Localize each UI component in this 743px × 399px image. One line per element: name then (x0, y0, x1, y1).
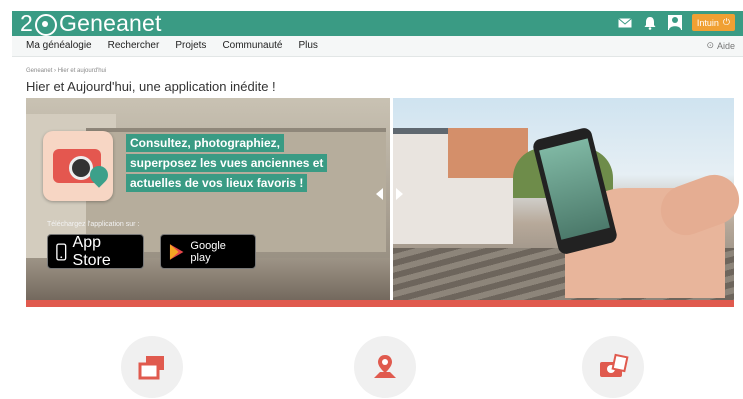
geneanet-logo[interactable]: 2 Geneanet (20, 10, 162, 36)
help-label: Aide (716, 40, 735, 51)
menu-item-search[interactable]: Rechercher (108, 40, 160, 51)
power-icon[interactable]: ⏻ (723, 17, 730, 28)
mail-icon[interactable] (617, 15, 633, 31)
user-name: Intuin (696, 17, 719, 28)
windows-icon (138, 356, 164, 380)
logo-text: Geneanet (59, 10, 162, 36)
menu-item-community[interactable]: Communauté (222, 40, 282, 51)
help-link[interactable]: ⊙ Aide (706, 40, 735, 51)
feature-windows[interactable] (121, 336, 183, 398)
breadcrumb[interactable]: Geneanet › Hier et aujourd'hui (26, 68, 106, 74)
feature-camera[interactable] (582, 336, 644, 398)
logo-badge-icon (35, 13, 57, 36)
help-icon: ⊙ (706, 40, 714, 50)
menu-item-projects[interactable]: Projets (175, 40, 206, 51)
page-title: Hier et Aujourd'hui, une application iné… (26, 79, 276, 94)
banner-tagline: Consultez, photographiez, superposez les… (126, 134, 328, 194)
app-store-button[interactable]: App Store (47, 234, 144, 269)
google-play-icon (169, 243, 184, 260)
camera-photo-icon (600, 353, 629, 377)
user-menu-button[interactable]: Intuin ⏻ (691, 14, 735, 31)
bell-icon[interactable] (642, 15, 658, 31)
menu-item-genealogy[interactable]: Ma généalogie (26, 40, 92, 51)
menu-item-more[interactable]: Plus (298, 40, 317, 51)
logo-prefix: 2 (20, 10, 33, 36)
map-pin-icon (374, 355, 396, 378)
tagline-line-3: actuelles de vos lieux favoris ! (126, 174, 308, 192)
google-play-label: Google play (190, 239, 226, 264)
app-store-label: App Store (72, 233, 111, 269)
download-label: Téléchargez l'application sur : (47, 221, 140, 228)
app-logo-icon (43, 131, 113, 201)
slider-left-arrow-icon[interactable] (376, 188, 383, 200)
feature-map[interactable] (354, 336, 416, 398)
iphone-icon (56, 242, 67, 261)
slider-right-arrow-icon[interactable] (396, 188, 403, 200)
top-bar: 2 Geneanet Intuin ⏻ (12, 10, 743, 36)
user-avatar-icon[interactable] (667, 15, 683, 31)
top-icons: Intuin ⏻ (617, 14, 735, 31)
main-menu: Ma généalogie Rechercher Projets Communa… (26, 40, 318, 51)
google-play-button[interactable]: Google play (160, 234, 256, 269)
banner-bottom-strip (26, 300, 734, 307)
tagline-line-1: Consultez, photographiez, (126, 134, 284, 152)
main-menu-bar: Ma généalogie Rechercher Projets Communa… (12, 36, 743, 57)
tagline-line-2: superposez les vues anciennes et (126, 154, 328, 172)
